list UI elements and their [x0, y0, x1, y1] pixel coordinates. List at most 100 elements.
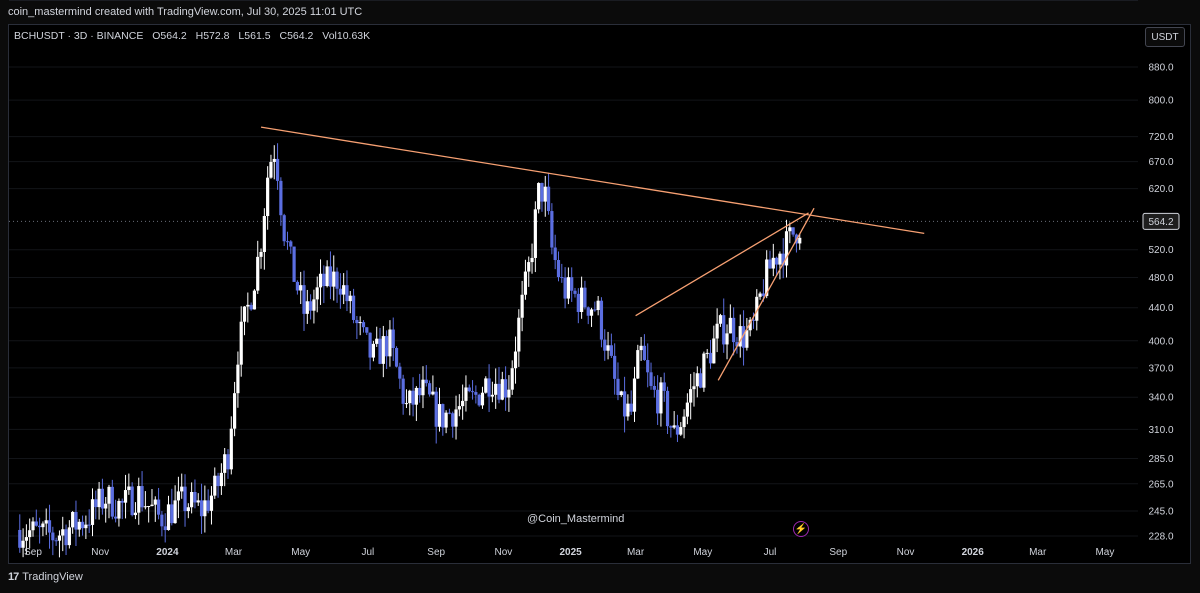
candle: [464, 375, 468, 412]
candle-body: [609, 345, 613, 356]
candle: [236, 351, 240, 408]
candle-body: [143, 506, 147, 508]
candle: [107, 484, 111, 519]
candle-body: [570, 277, 574, 291]
time-axis-label: Sep: [427, 547, 445, 558]
candle: [223, 447, 227, 487]
candle-body: [580, 287, 584, 312]
candle-body: [583, 287, 587, 308]
candle: [262, 208, 266, 270]
candle-body: [682, 416, 686, 428]
lightning-icon[interactable]: ⚡: [793, 521, 809, 537]
price-axis-label: 370.0: [1148, 363, 1173, 374]
candle-body: [758, 293, 762, 297]
candle-body: [771, 257, 775, 269]
candle: [609, 333, 613, 358]
candle: [434, 387, 438, 444]
candle-body: [173, 500, 177, 524]
candle-body: [679, 427, 683, 435]
candle-body: [302, 285, 306, 314]
candle: [252, 289, 257, 310]
candle: [120, 498, 124, 520]
candle: [140, 471, 144, 512]
candle: [784, 219, 789, 278]
candle: [183, 474, 187, 527]
candle-body: [123, 490, 128, 503]
candle: [123, 474, 128, 519]
candle-body: [421, 379, 425, 396]
candle: [771, 243, 775, 277]
candle: [295, 280, 299, 295]
candle-body: [603, 339, 607, 351]
candle: [226, 449, 230, 479]
time-axis-label: May: [291, 547, 310, 558]
candle-body: [573, 290, 577, 294]
candle-body: [196, 500, 200, 503]
candle-body: [150, 504, 154, 507]
candle: [375, 326, 379, 347]
candle: [305, 289, 309, 324]
candle: [675, 414, 680, 443]
candle-body: [477, 394, 481, 406]
price-axis[interactable]: 880.0 800.0 720.0 670.0 620.0 564.2 520.0 480.0…: [1142, 63, 1180, 543]
candle-body: [104, 503, 108, 509]
candle-body: [100, 488, 105, 509]
trendline[interactable]: [717, 207, 815, 381]
tradingview-logo[interactable]: 17 TradingView: [8, 571, 83, 583]
candle: [636, 344, 640, 379]
candle: [606, 331, 610, 360]
candle: [497, 367, 501, 404]
candle-body: [239, 321, 243, 365]
candle: [213, 467, 217, 499]
candle: [242, 306, 247, 336]
candle-body: [375, 338, 379, 344]
candle-body: [84, 524, 88, 529]
candle: [61, 516, 65, 552]
candle-body: [388, 329, 392, 357]
candle-body: [256, 256, 260, 291]
candle-body: [213, 475, 217, 496]
trendline[interactable]: [260, 126, 925, 235]
candle-body: [665, 390, 670, 427]
candle: [408, 389, 412, 416]
time-axis[interactable]: Sep Nov 2024 Mar May Jul Sep Nov 2025 Mar May Jul Se…: [24, 547, 1114, 558]
currency-button[interactable]: USDT: [1145, 27, 1185, 47]
candle-body: [401, 378, 405, 404]
candle-body: [219, 472, 223, 487]
candle: [28, 518, 32, 549]
candle: [745, 317, 749, 351]
candlestick-chart[interactable]: 880.0 800.0 720.0 670.0 620.0 564.2 520.0 480.0…: [0, 0, 1200, 593]
candle-body: [530, 257, 534, 263]
candle-body: [527, 262, 531, 272]
candle-body: [305, 301, 309, 314]
candle-body: [44, 520, 48, 524]
candle: [530, 243, 534, 274]
candle: [669, 425, 673, 438]
candle-body: [447, 412, 452, 414]
candle: [150, 489, 154, 507]
candle-body: [262, 216, 266, 252]
price-axis-label: 400.0: [1148, 336, 1173, 347]
candle: [77, 518, 81, 537]
candle-body: [712, 338, 716, 364]
candle-body: [203, 500, 207, 517]
candle: [622, 376, 627, 433]
candle: [401, 374, 405, 415]
trendlines[interactable]: [260, 126, 925, 381]
candle-body: [662, 382, 666, 391]
candle-body: [51, 532, 55, 541]
candle-body: [778, 253, 782, 265]
candle-body: [745, 330, 749, 348]
candle-body: [497, 383, 501, 400]
candle-body: [74, 511, 78, 530]
candle: [137, 477, 141, 525]
candle-body: [315, 287, 319, 300]
candle-body: [692, 386, 696, 390]
candle-body: [434, 391, 438, 427]
volume-label: Vol: [322, 30, 337, 42]
candle: [292, 246, 296, 283]
candle-body: [269, 161, 273, 178]
candle: [702, 351, 706, 392]
watermark-text: @Coin_Mastermind: [527, 513, 625, 525]
candle-body: [461, 400, 465, 407]
